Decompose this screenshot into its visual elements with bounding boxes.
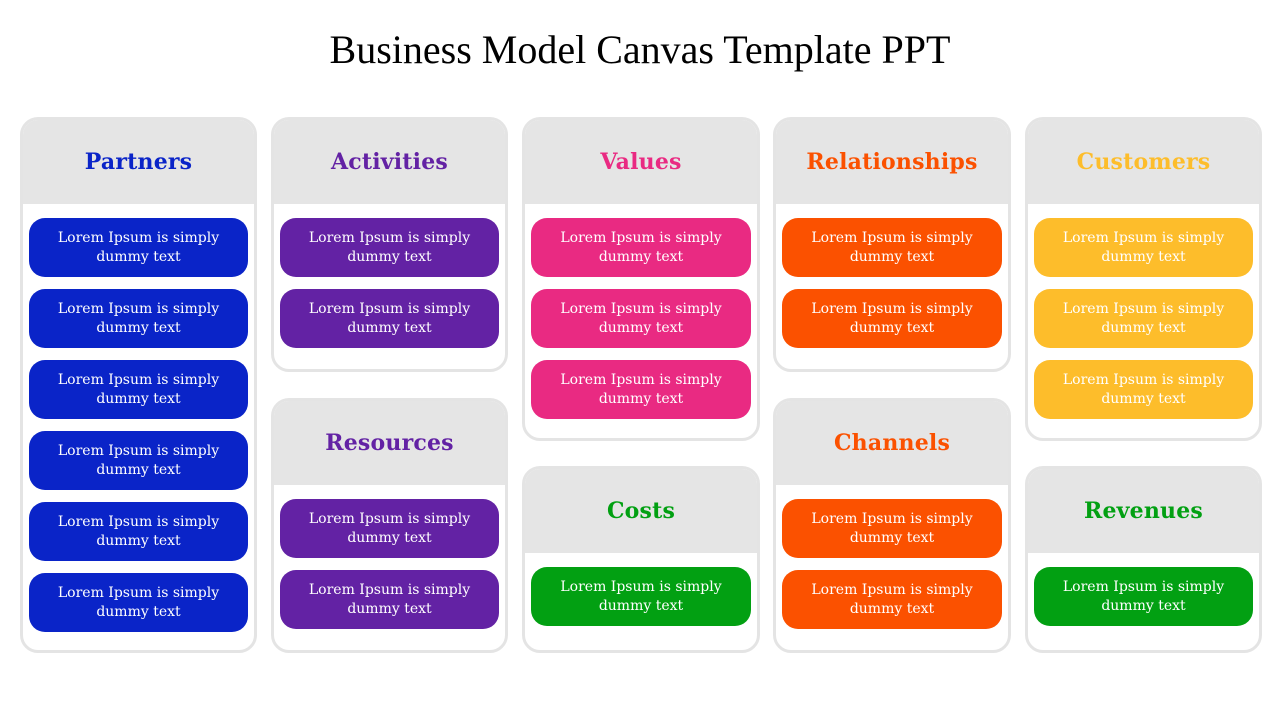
revenues-header: Revenues <box>1028 469 1259 553</box>
revenues-item: Lorem Ipsum is simply dummy text <box>1034 567 1253 626</box>
partners-block: Partners Lorem Ipsum is simply dummy tex… <box>20 117 257 653</box>
values-header: Values <box>525 120 757 204</box>
costs-header: Costs <box>525 469 757 553</box>
customers-item: Lorem Ipsum is simply dummy text <box>1034 289 1253 348</box>
resources-item: Lorem Ipsum is simply dummy text <box>280 499 499 558</box>
relationships-title: Relationships <box>806 149 978 175</box>
partners-item: Lorem Ipsum is simply dummy text <box>29 289 248 348</box>
resources-item: Lorem Ipsum is simply dummy text <box>280 570 499 629</box>
resources-header: Resources <box>274 401 505 485</box>
channels-items: Lorem Ipsum is simply dummy text Lorem Ip… <box>776 485 1008 629</box>
values-item: Lorem Ipsum is simply dummy text <box>531 218 751 277</box>
relationships-header: Relationships <box>776 120 1008 204</box>
customers-block: Customers Lorem Ipsum is simply dummy te… <box>1025 117 1262 441</box>
partners-item: Lorem Ipsum is simply dummy text <box>29 360 248 419</box>
costs-title: Costs <box>606 498 676 524</box>
costs-block: Costs Lorem Ipsum is simply dummy text <box>522 466 760 653</box>
activities-items: Lorem Ipsum is simply dummy text Lorem Ip… <box>274 204 505 348</box>
partners-items: Lorem Ipsum is simply dummy text Lorem Ip… <box>23 204 254 632</box>
activities-item: Lorem Ipsum is simply dummy text <box>280 289 499 348</box>
revenues-items: Lorem Ipsum is simply dummy text <box>1028 553 1259 626</box>
activities-title: Activities <box>330 149 449 175</box>
channels-block: Channels Lorem Ipsum is simply dummy tex… <box>773 398 1011 653</box>
relationships-block: Relationships Lorem Ipsum is simply dumm… <box>773 117 1011 372</box>
values-title: Values <box>600 149 682 175</box>
activities-block: Activities Lorem Ipsum is simply dummy t… <box>271 117 508 372</box>
resources-items: Lorem Ipsum is simply dummy text Lorem Ip… <box>274 485 505 629</box>
relationships-item: Lorem Ipsum is simply dummy text <box>782 218 1002 277</box>
costs-items: Lorem Ipsum is simply dummy text <box>525 553 757 626</box>
values-item: Lorem Ipsum is simply dummy text <box>531 289 751 348</box>
revenues-title: Revenues <box>1083 498 1204 524</box>
partners-header: Partners <box>23 120 254 204</box>
channels-title: Channels <box>833 430 951 456</box>
customers-item: Lorem Ipsum is simply dummy text <box>1034 360 1253 419</box>
partners-item: Lorem Ipsum is simply dummy text <box>29 502 248 561</box>
relationships-items: Lorem Ipsum is simply dummy text Lorem Ip… <box>776 204 1008 348</box>
values-block: Values Lorem Ipsum is simply dummy text L… <box>522 117 760 441</box>
relationships-item: Lorem Ipsum is simply dummy text <box>782 289 1002 348</box>
customers-items: Lorem Ipsum is simply dummy text Lorem Ip… <box>1028 204 1259 419</box>
customers-item: Lorem Ipsum is simply dummy text <box>1034 218 1253 277</box>
activities-item: Lorem Ipsum is simply dummy text <box>280 218 499 277</box>
activities-header: Activities <box>274 120 505 204</box>
resources-block: Resources Lorem Ipsum is simply dummy te… <box>271 398 508 653</box>
customers-title: Customers <box>1076 149 1211 175</box>
channels-header: Channels <box>776 401 1008 485</box>
partners-item: Lorem Ipsum is simply dummy text <box>29 218 248 277</box>
resources-title: Resources <box>325 430 454 456</box>
channels-item: Lorem Ipsum is simply dummy text <box>782 570 1002 629</box>
costs-item: Lorem Ipsum is simply dummy text <box>531 567 751 626</box>
partners-title: Partners <box>84 149 193 175</box>
values-item: Lorem Ipsum is simply dummy text <box>531 360 751 419</box>
page-title: Business Model Canvas Template PPT <box>329 27 951 72</box>
customers-header: Customers <box>1028 120 1259 204</box>
partners-item: Lorem Ipsum is simply dummy text <box>29 431 248 490</box>
revenues-block: Revenues Lorem Ipsum is simply dummy tex… <box>1025 466 1262 653</box>
channels-item: Lorem Ipsum is simply dummy text <box>782 499 1002 558</box>
partners-item: Lorem Ipsum is simply dummy text <box>29 573 248 632</box>
values-items: Lorem Ipsum is simply dummy text Lorem Ip… <box>525 204 757 419</box>
